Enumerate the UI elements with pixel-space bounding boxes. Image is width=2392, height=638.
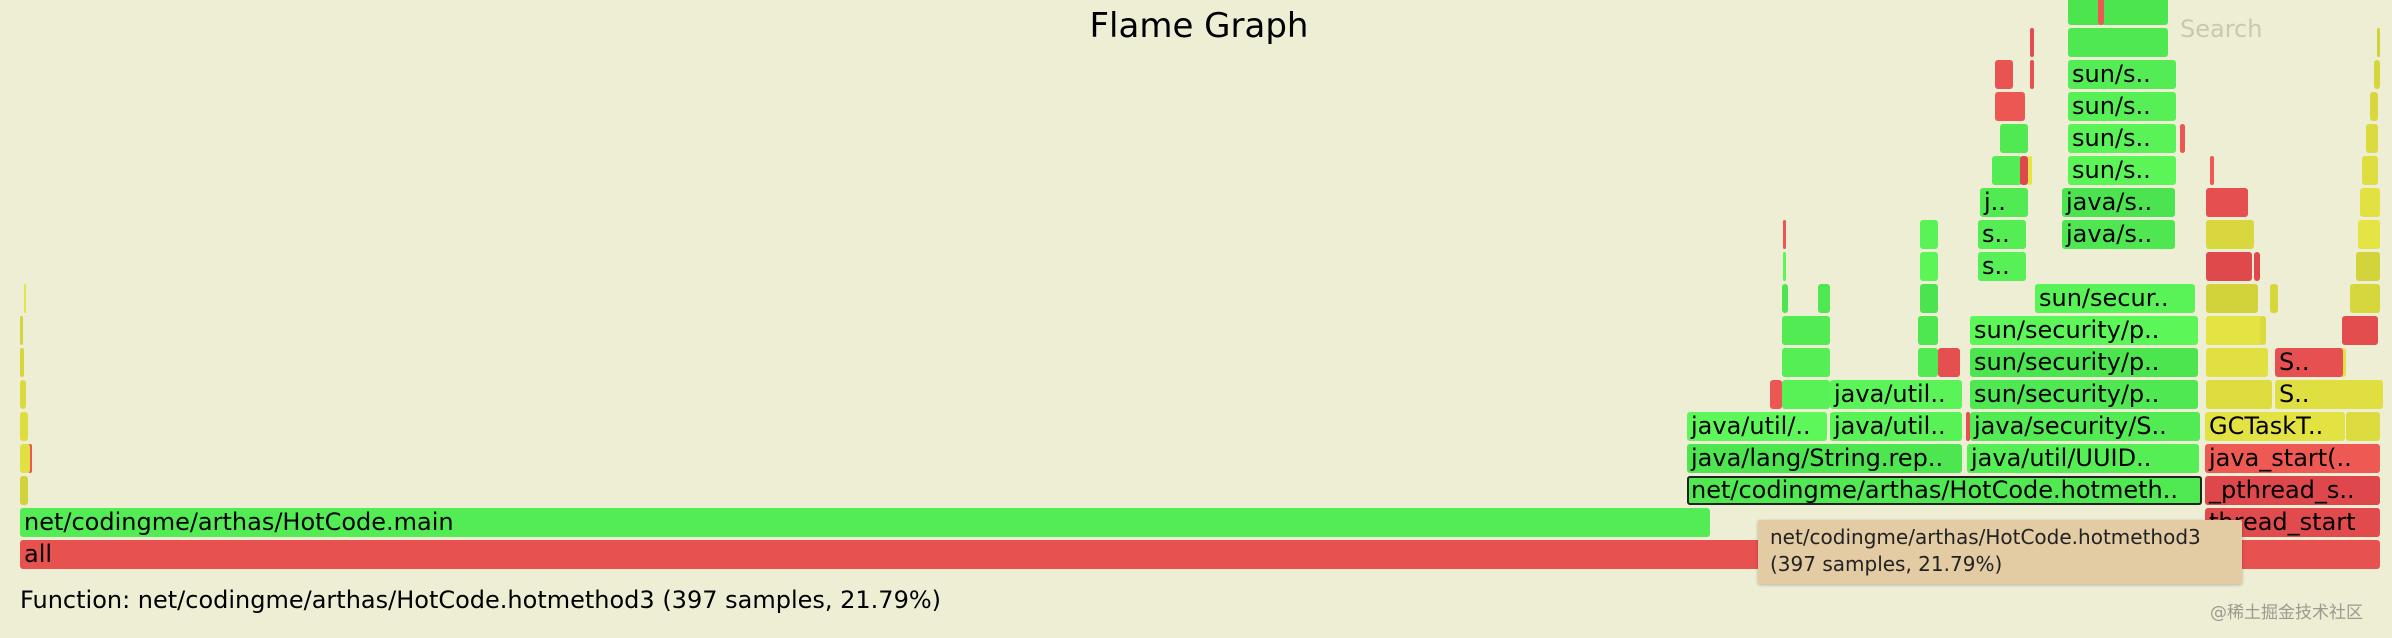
flame-frame[interactable] [1783,252,1786,281]
flame-frame[interactable] [2360,188,2380,217]
flame-frame[interactable]: sun/security/p.. [1970,316,2198,345]
watermark: @稀土掘金技术社区 [2210,603,2363,623]
flame-frame[interactable]: s.. [1978,252,2026,281]
flame-frame[interactable]: sun/s.. [2068,60,2176,89]
flame-frame[interactable] [2028,156,2032,185]
flame-frame[interactable] [24,284,26,313]
flame-frame[interactable]: java/util/UUID.. [1967,444,2199,473]
flame-frame[interactable] [2374,60,2380,89]
flame-frame[interactable]: sun/security/p.. [1970,380,2198,409]
flame-frame[interactable] [2210,156,2214,185]
flame-frame[interactable] [20,348,24,377]
flame-frame[interactable]: S.. [2275,380,2383,409]
flame-frame[interactable] [20,380,26,409]
flame-frame[interactable] [1782,316,1830,345]
flame-frame[interactable] [2068,28,2168,57]
flame-frame[interactable]: net/codingme/arthas/HotCode.hotmeth.. [1687,476,2202,505]
flame-frame[interactable] [2356,252,2380,281]
flame-frame[interactable] [2260,316,2266,345]
flame-frame[interactable] [2362,156,2378,185]
flame-frame[interactable] [1992,156,2022,185]
flame-frame[interactable] [1918,348,1938,377]
flame-frame[interactable]: s.. [1978,220,2026,249]
flame-frame[interactable] [1995,60,2013,89]
flame-frame[interactable] [2206,188,2248,217]
flame-frame[interactable]: sun/s.. [2068,92,2176,121]
flame-frame[interactable] [1783,220,1786,249]
flame-frame[interactable] [1818,284,1830,313]
flame-frame[interactable] [2377,28,2380,57]
flame-frame[interactable] [2030,60,2034,89]
flame-frame[interactable] [1770,380,1782,409]
flame-frame[interactable] [1782,380,1830,409]
frame-tooltip: net/codingme/arthas/HotCode.hotmethod3 (… [1758,520,2242,584]
flame-frame[interactable] [20,444,30,473]
flame-frame[interactable] [2030,28,2034,57]
flame-frame[interactable]: sun/s.. [2068,156,2176,185]
flame-frame[interactable] [2206,220,2254,249]
tooltip-samples: (397 samples, 21.79%) [1770,552,2003,576]
flame-frame[interactable] [20,412,28,441]
flame-frame[interactable]: sun/s.. [2068,124,2176,153]
flame-frame[interactable] [1995,92,2025,121]
flame-frame[interactable] [1782,284,1788,313]
flame-frame[interactable] [20,316,23,345]
flame-frame[interactable] [2098,0,2104,25]
flame-frame[interactable]: sun/security/p.. [1970,348,2198,377]
flame-frame[interactable] [2206,252,2252,281]
flame-frame[interactable] [1938,348,1960,377]
flame-frame[interactable] [2366,124,2378,153]
tooltip-function: net/codingme/arthas/HotCode.hotmethod3 [1770,525,2201,549]
flame-frame[interactable]: java/s.. [2062,188,2175,217]
flame-frame[interactable]: java/util.. [1830,412,1962,441]
flame-frame[interactable]: S.. [2275,348,2343,377]
flame-frame[interactable]: GCTaskT.. [2205,412,2345,441]
flame-frame[interactable]: _pthread_s.. [2205,476,2380,505]
flame-frame[interactable] [2350,284,2380,313]
flame-frame[interactable] [2000,124,2028,153]
details-status: Function: net/codingme/arthas/HotCode.ho… [20,586,942,614]
flame-frame[interactable]: java/s.. [2062,220,2175,249]
flame-frame[interactable] [2206,316,2264,345]
flame-frame[interactable]: java/lang/String.rep.. [1687,444,1962,473]
flame-frame[interactable] [2206,284,2258,313]
flame-frame[interactable] [2068,0,2168,25]
flame-frame[interactable] [2270,284,2278,313]
flame-frame[interactable] [1782,348,1830,377]
flame-graph: all net/codingme/arthas/HotCode.main net/c… [0,0,2392,580]
flame-frame[interactable]: net/codingme/arthas/HotCode.main [20,508,1710,537]
flame-frame[interactable] [2342,316,2378,345]
flame-frame[interactable] [2370,92,2378,121]
flame-frame[interactable] [1918,316,1938,345]
flame-frame[interactable] [1920,284,1938,313]
flame-frame[interactable] [2254,252,2260,281]
flame-frame[interactable]: java/util.. [1830,380,1962,409]
flame-frame[interactable] [1920,220,1938,249]
flame-frame[interactable] [2180,124,2185,153]
flame-frame[interactable]: java_start(.. [2205,444,2380,473]
flame-frame[interactable] [20,476,28,505]
flame-frame[interactable] [2346,412,2380,441]
flame-frame[interactable] [1920,252,1938,281]
flame-frame[interactable]: sun/secur.. [2035,284,2195,313]
flame-frame[interactable] [2358,220,2380,249]
flame-frame[interactable]: java/util/.. [1687,412,1827,441]
flame-frame[interactable] [2206,348,2268,377]
flame-frame[interactable]: j.. [1980,188,2028,217]
flame-frame[interactable] [2206,380,2272,409]
flame-frame[interactable] [2020,156,2028,185]
flame-frame[interactable]: java/security/S.. [1970,412,2200,441]
